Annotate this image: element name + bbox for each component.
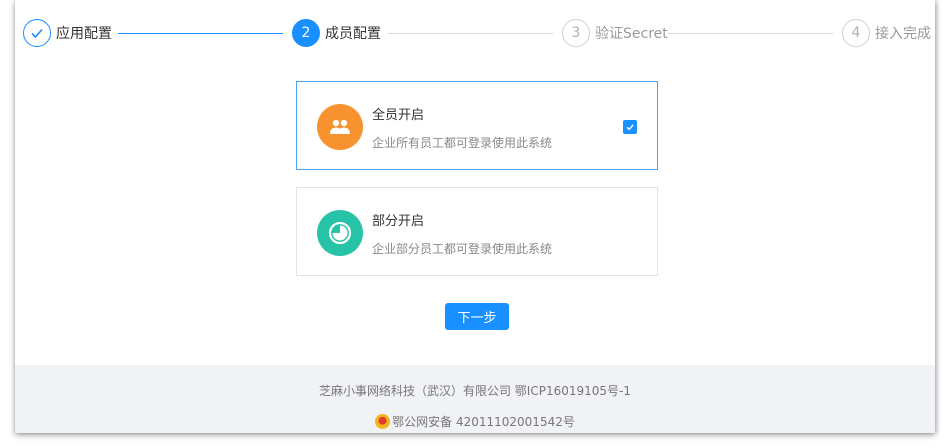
option-description: 企业部分员工都可登录使用此系统 — [372, 242, 553, 256]
pie-chart-icon — [317, 210, 363, 256]
users-icon — [317, 104, 363, 150]
option-all-members[interactable]: 全员开启 企业所有员工都可登录使用此系统 — [296, 81, 658, 170]
step-number: 4 — [842, 19, 870, 47]
step-complete: 4 接入完成 — [842, 18, 931, 48]
footer-company-icp[interactable]: 芝麻小事网络科技（武汉）有限公司 鄂ICP16019105号-1 — [15, 382, 935, 399]
option-title: 部分开启 — [372, 214, 425, 229]
footer-police-record[interactable]: 鄂公网安备 42011102001542号 — [15, 413, 935, 430]
checkbox-checked[interactable] — [623, 120, 637, 134]
step-number: 3 — [562, 19, 590, 47]
check-icon — [23, 19, 51, 47]
step-number: 2 — [292, 19, 320, 47]
option-partial-members[interactable]: 部分开启 企业部分员工都可登录使用此系统 — [296, 187, 658, 276]
step-verify-secret: 3 验证Secret — [562, 18, 668, 48]
step-connector — [388, 33, 553, 34]
step-label: 应用配置 — [56, 26, 112, 42]
footer: 芝麻小事网络科技（武汉）有限公司 鄂ICP16019105号-1 鄂公网安备 4… — [15, 365, 935, 433]
step-app-config: 应用配置 — [23, 18, 112, 48]
next-step-button[interactable]: 下一步 — [445, 303, 509, 330]
page-frame: 应用配置 2 成员配置 3 验证Secret 4 接入完成 全员开启 企业所有员… — [15, 0, 935, 433]
police-record-text: 鄂公网安备 42011102001542号 — [392, 415, 575, 429]
step-label: 验证Secret — [595, 26, 668, 42]
step-member-config: 2 成员配置 — [292, 18, 381, 48]
option-description: 企业所有员工都可登录使用此系统 — [372, 136, 553, 150]
police-badge-icon — [375, 414, 391, 429]
option-title: 全员开启 — [372, 108, 425, 123]
step-connector — [118, 33, 283, 34]
step-label: 成员配置 — [325, 26, 381, 42]
steps-bar: 应用配置 2 成员配置 3 验证Secret 4 接入完成 — [15, 18, 935, 48]
step-connector — [668, 33, 833, 34]
step-label: 接入完成 — [875, 26, 931, 42]
